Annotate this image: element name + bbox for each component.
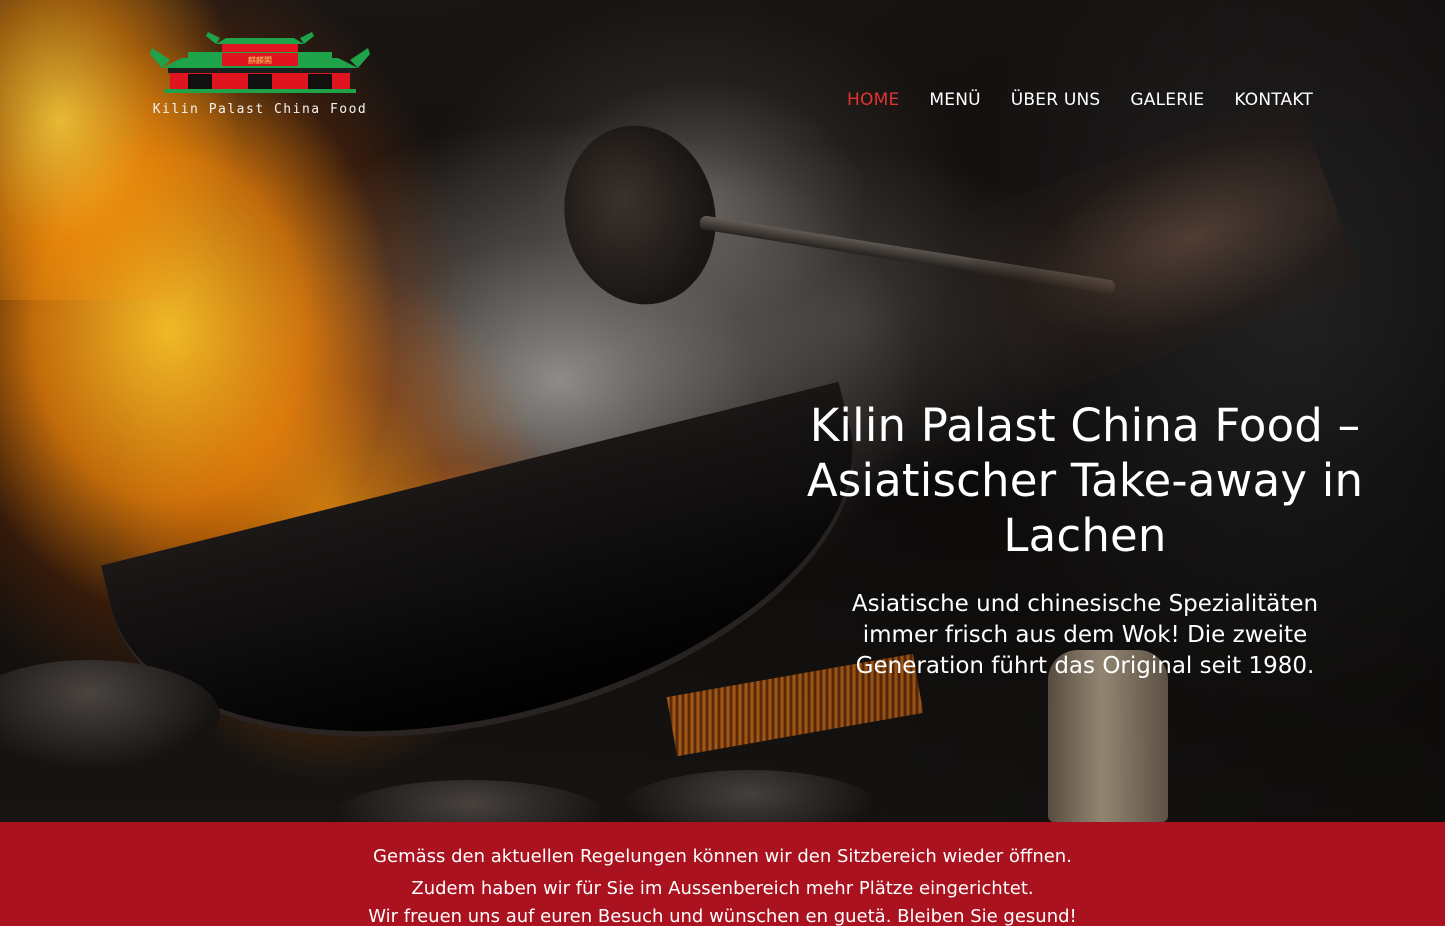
pagoda-logo-icon: 麒麟閣 (150, 32, 370, 93)
announcement-bar: Gemäss den aktuellen Regelungen können w… (0, 822, 1445, 926)
nav-item-kontakt[interactable]: KONTAKT (1234, 90, 1313, 110)
nav-item-home[interactable]: HOME (847, 90, 899, 110)
nav-item-galerie[interactable]: GALERIE (1130, 90, 1204, 110)
announcement-line: Gemäss den aktuellen Regelungen können w… (373, 846, 1072, 867)
hero-subtitle: Asiatische und chinesische Spezialitäten… (851, 591, 1319, 679)
hero-content: Kilin Palast China Food – Asiatischer Ta… (790, 398, 1380, 682)
hero-title: Kilin Palast China Food – Asiatischer Ta… (806, 399, 1364, 562)
logo-sign-text: 麒麟閣 (248, 55, 272, 65)
nav-item-menu[interactable]: MENÜ (929, 90, 980, 110)
announcement-line: Zudem haben wir für Sie im Aussenbereich… (411, 878, 1034, 899)
site-logo[interactable]: 麒麟閣 Kilin Palast China Food (148, 28, 372, 124)
nav-item-ueber-uns[interactable]: ÜBER UNS (1011, 90, 1101, 110)
announcement-line: Wir freuen uns auf euren Besuch und wüns… (368, 906, 1077, 926)
logo-text: Kilin Palast China Food (152, 102, 368, 117)
main-navigation: HOME MENÜ ÜBER UNS GALERIE KONTAKT (847, 90, 1313, 110)
page: 麒麟閣 Kilin Palast China Food HOME MENÜ ÜB… (0, 0, 1445, 926)
